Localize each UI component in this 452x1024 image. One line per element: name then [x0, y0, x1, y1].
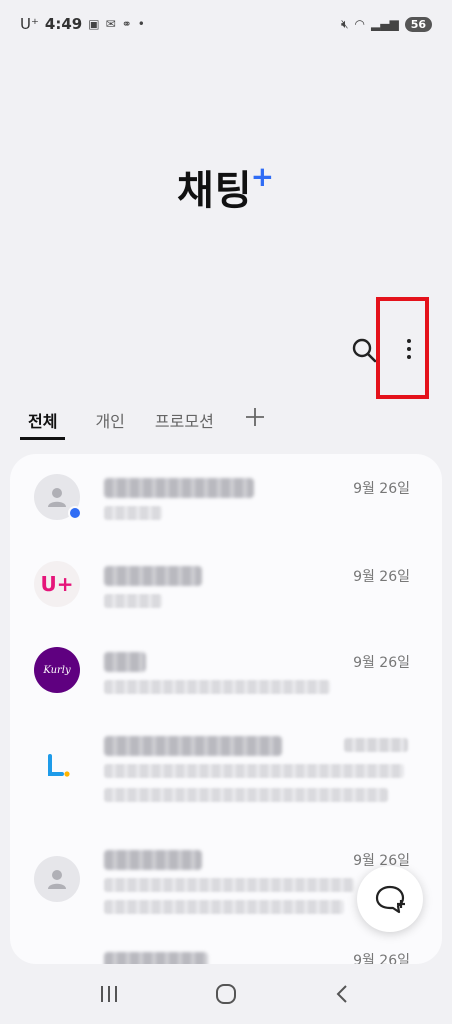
chat-date: 9월 26일 — [353, 655, 410, 671]
chat-preview-redacted — [104, 900, 344, 914]
chat-name-redacted — [104, 652, 146, 672]
plus-icon — [245, 408, 264, 426]
chat-list-item[interactable] — [10, 724, 442, 834]
page-title-text: 채팅 — [176, 168, 253, 214]
avatar: U+ — [34, 561, 80, 607]
lpoint-logo — [48, 754, 70, 777]
link-icon: ⚭ — [121, 17, 132, 31]
chat-preview-redacted — [104, 788, 388, 802]
chat-date: 9월 26일 — [353, 953, 410, 964]
page-title: 채팅+ — [0, 158, 452, 216]
chat-name-redacted — [104, 736, 282, 756]
signal-icon: ▂▄▆ — [371, 17, 399, 31]
chat-list-item[interactable]: U+ 9월 26일 — [10, 544, 442, 634]
tab-promotion[interactable]: 프로모션 — [155, 404, 214, 440]
chat-date: 9월 26일 — [353, 569, 410, 585]
chat-list-item[interactable]: Kurly 9월 26일 — [10, 634, 442, 724]
notification-icon: ✉ — [105, 17, 116, 31]
highlight-box — [376, 297, 429, 399]
add-tab-button[interactable] — [244, 406, 266, 432]
avatar — [34, 856, 80, 902]
new-chat-icon — [375, 885, 405, 914]
recent-apps-button[interactable] — [89, 974, 129, 1014]
chat-preview-redacted — [104, 594, 162, 608]
chat-list-item[interactable]: 9월 26일 — [10, 944, 442, 964]
battery-icon: 56 — [404, 16, 432, 32]
search-icon — [352, 338, 377, 363]
avatar: Kurly — [34, 647, 80, 693]
chat-name-redacted — [104, 850, 202, 870]
tab-personal[interactable]: 개인 — [95, 404, 124, 440]
tab-all[interactable]: 전체 — [20, 404, 66, 440]
search-button[interactable] — [350, 336, 378, 364]
tab-bar: 전체 개인 프로모션 — [20, 404, 266, 440]
chat-preview-redacted — [104, 680, 330, 694]
recent-apps-icon — [100, 986, 117, 1002]
person-icon — [48, 870, 66, 889]
system-nav-bar — [0, 964, 452, 1024]
chat-name-redacted — [104, 566, 202, 586]
carrier-label: U⁺ — [20, 15, 39, 33]
chat-date: 9월 26일 — [353, 481, 410, 497]
home-button[interactable] — [206, 974, 246, 1014]
kurly-logo: Kurly — [43, 664, 71, 676]
chat-preview-redacted — [104, 506, 162, 520]
chat-name-redacted — [104, 952, 208, 964]
back-icon — [336, 985, 348, 1003]
back-button[interactable] — [323, 974, 363, 1014]
chat-preview-redacted — [104, 764, 404, 778]
new-chat-button[interactable] — [357, 866, 423, 932]
chat-name-redacted — [104, 478, 254, 498]
title-plus-icon: + — [250, 160, 276, 193]
avatar — [34, 474, 82, 520]
mute-icon: 🔇︎ — [340, 16, 349, 31]
home-icon — [215, 984, 236, 1004]
status-time: 4:49 — [44, 15, 83, 33]
chat-date-redacted — [344, 738, 408, 752]
person-icon — [48, 488, 66, 507]
unread-badge — [68, 506, 82, 520]
status-bar: U⁺ 4:49 ▣ ✉ ⚭ • 🔇︎ ◠ ▂▄▆ 56 — [0, 0, 452, 48]
uplus-logo: U+ — [40, 572, 74, 596]
more-notifications-icon: • — [137, 17, 145, 31]
wifi-icon: ◠ — [354, 17, 365, 31]
avatar — [34, 744, 80, 790]
chat-list-item[interactable]: 9월 26일 — [10, 454, 442, 544]
screenshot-icon: ▣ — [88, 17, 100, 31]
chat-preview-redacted — [104, 878, 354, 892]
